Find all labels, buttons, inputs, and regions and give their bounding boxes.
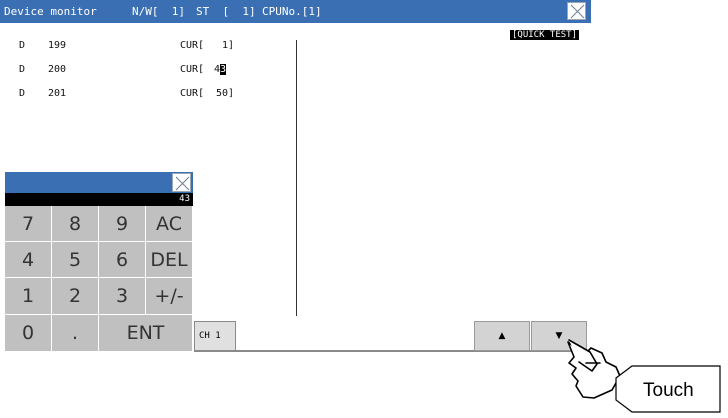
hand-pointer-icon [567, 339, 621, 399]
touch-callout [567, 339, 721, 413]
touch-callout-label: Touch [643, 380, 694, 401]
